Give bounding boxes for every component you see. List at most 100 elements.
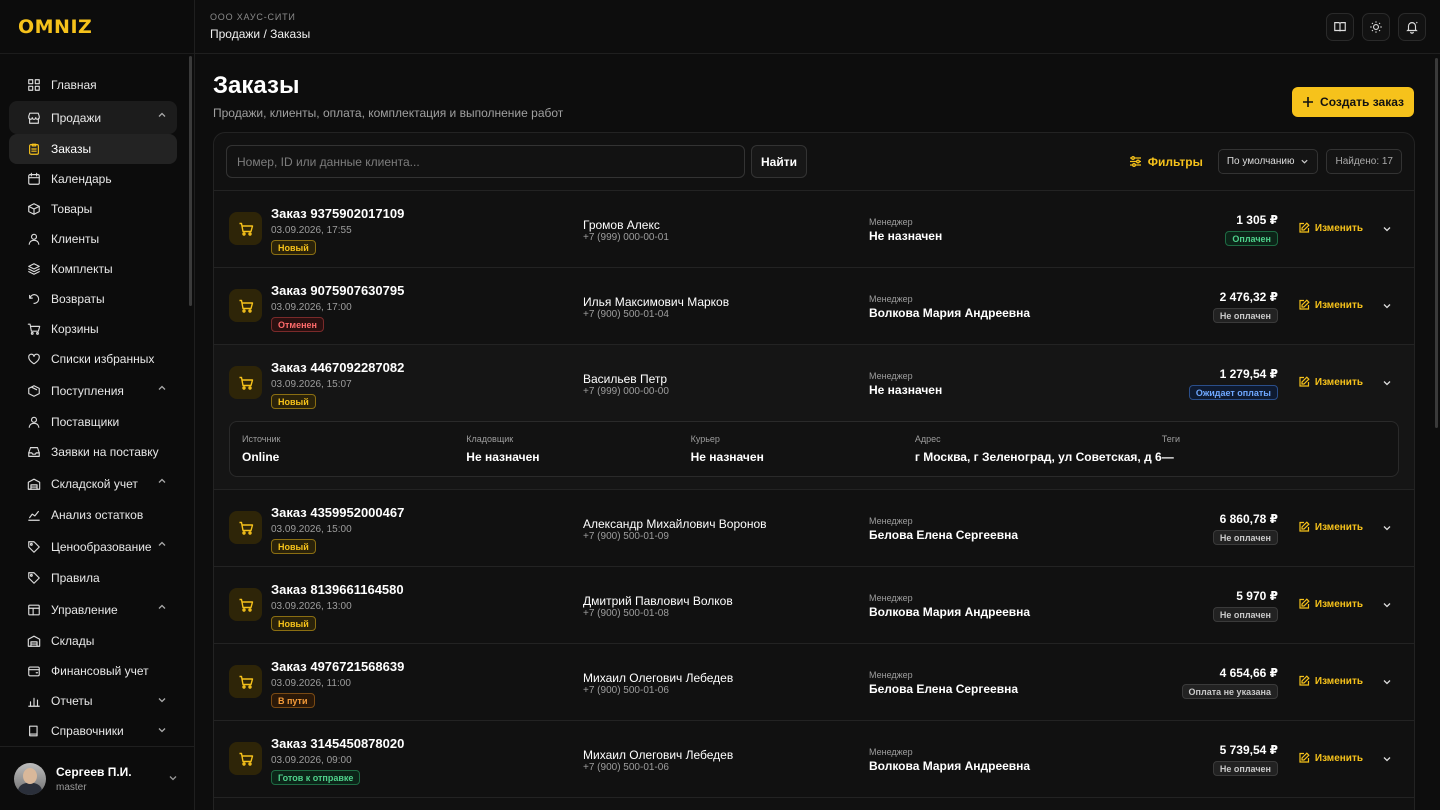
order-row[interactable]: Заказ 8139661164580 03.09.2026, 13:00 Новы… [214,567,1414,644]
sidebar-item-19[interactable]: Финансовый учет [9,656,177,686]
sidebar-item-8[interactable]: Корзины [9,314,177,344]
topbar: ООО ХАУС-СИТИ Продажи / Заказы [195,0,1440,54]
search-input[interactable] [226,145,745,178]
sidebar-item-9[interactable]: Списки избранных [9,344,177,374]
detail-value: Online [242,450,280,464]
order-number[interactable]: Заказ 3145450878020 [271,736,404,751]
sidebar-item-11[interactable]: Поставщики [9,407,177,437]
sidebar-item-label: Корзины [51,322,99,336]
manager-label: Менеджер [869,516,913,526]
sidebar-item-4[interactable]: Товары [9,194,177,224]
bell-icon [1406,21,1418,34]
order-number[interactable]: Заказ 4976721568639 [271,659,404,674]
sidebar-item-15[interactable]: Ценообразование [9,530,177,563]
sidebar: OMNIZ Главная Продажи Заказы Календарь Товар… [0,0,195,810]
status-badge: Готов к отправке [271,770,361,785]
detail-field: Адрес г Москва, г Зеленоград, ул Советска… [915,434,1162,476]
detail-field: Курьер Не назначен [691,434,915,476]
order-number[interactable]: Заказ 4467092287082 [271,360,404,375]
logo[interactable]: OMNIZ [0,0,194,54]
order-row[interactable]: Заказ 9375902017109 03.09.2026, 17:55 Новы… [214,191,1414,268]
payment-badge: Оплачен [1225,231,1278,246]
order-details: Источник Online Кладовщик Не назначен Курьер… [229,421,1399,477]
sort-select[interactable]: По умолчанию [1217,149,1319,174]
sidebar-item-13[interactable]: Складской учет [9,467,177,500]
detail-value: Не назначен [690,450,764,464]
chevron-down-icon[interactable] [1382,301,1392,311]
sidebar-scrollbar[interactable] [189,56,192,306]
filters-button[interactable]: Фильтры [1129,155,1203,169]
order-number[interactable]: Заказ 8139661164580 [271,582,404,597]
sidebar-item-1[interactable]: Продажи [9,101,177,134]
payment-badge: Не оплачен [1212,761,1278,776]
sidebar-item-10[interactable]: Поступления [9,374,177,407]
order-row[interactable]: Заказ 4976721568639 03.09.2026, 11:00 В пу… [214,644,1414,721]
chevron-up-icon [158,385,166,390]
tag-icon [27,540,41,554]
sidebar-item-17[interactable]: Управление [9,593,177,626]
edit-button[interactable]: Изменить [1298,376,1363,388]
edit-button[interactable]: Изменить [1298,675,1363,687]
sort-label: По умолчанию [1226,156,1295,167]
edit-button[interactable]: Изменить [1298,521,1363,533]
order-row[interactable]: Заказ 9075907630795 03.09.2026, 17:00 Отме… [214,268,1414,345]
chevron-down-icon[interactable] [1382,378,1392,388]
sidebar-item-label: Календарь [51,172,112,186]
edit-button[interactable]: Изменить [1298,222,1363,234]
payment-badge: Не оплачен [1212,308,1278,323]
docs-button[interactable] [1326,12,1354,41]
store-icon [27,111,41,125]
client-phone: +7 (900) 500-01-06 [583,685,669,696]
orders-panel: Найти Фильтры По умолчанию Найдено: 17 З… [213,132,1415,810]
edit-button[interactable]: Изменить [1298,299,1363,311]
orders-toolbar: Найти Фильтры По умолчанию Найдено: 17 [214,133,1414,191]
chevron-down-icon[interactable] [1382,224,1392,234]
notifications-button[interactable] [1398,12,1426,41]
book-icon [27,724,41,738]
sidebar-item-label: Поступления [51,383,124,398]
sidebar-item-14[interactable]: Анализ остатков [9,500,177,530]
client-name: Михаил Олегович Лебедев [583,748,734,762]
detail-value: Не назначен [466,450,540,464]
order-sum: 4 654,66 ₽ [1219,666,1278,680]
sidebar-item-label: Справочники [51,724,124,738]
sidebar-item-16[interactable]: Правила [9,563,177,593]
manager-label: Менеджер [869,217,913,227]
detail-value: г Москва, г Зеленоград, ул Советская, д … [914,450,1162,464]
sidebar-item-6[interactable]: Комплекты [9,254,177,284]
sidebar-item-0[interactable]: Главная [9,68,177,101]
sidebar-item-18[interactable]: Склады [9,626,177,656]
sidebar-item-5[interactable]: Клиенты [9,224,177,254]
order-number[interactable]: Заказ 9375902017109 [271,206,404,221]
sidebar-item-12[interactable]: Заявки на поставку [9,437,177,467]
chevron-down-icon[interactable] [1382,600,1392,610]
main-scrollbar[interactable] [1435,58,1438,428]
order-row[interactable]: Заказ 3145450878020 03.09.2026, 09:00 Гото… [214,721,1414,798]
sidebar-item-21[interactable]: Справочники [9,716,177,746]
order-row[interactable]: Заказ 4359952000467 03.09.2026, 15:00 Новы… [214,490,1414,567]
order-row[interactable]: Заказ 4467092287082 03.09.2026, 15:07 Новы… [214,345,1414,490]
package-icon [27,384,41,398]
edit-button[interactable]: Изменить [1298,752,1363,764]
create-order-button[interactable]: Создать заказ [1292,87,1414,117]
bar-chart-icon [27,694,41,708]
cart-icon [229,588,262,621]
sidebar-item-7[interactable]: Возвраты [9,284,177,314]
chevron-down-icon[interactable] [1382,677,1392,687]
client-name: Васильев Петр [583,372,668,386]
order-number[interactable]: Заказ 9075907630795 [271,283,404,298]
sidebar-item-3[interactable]: Календарь [9,164,177,194]
user-menu[interactable]: Сергеев П.И. master [0,746,194,810]
chevron-up-icon [158,112,166,117]
edit-button[interactable]: Изменить [1298,598,1363,610]
find-button[interactable]: Найти [751,145,807,178]
chevron-down-icon[interactable] [1382,523,1392,533]
sidebar-item-20[interactable]: Отчеты [9,686,177,716]
chevron-down-icon[interactable] [1382,754,1392,764]
client-phone: +7 (999) 000-00-01 [583,232,669,243]
theme-toggle-button[interactable] [1362,12,1390,41]
order-number[interactable]: Заказ 4359952000467 [271,505,404,520]
sidebar-item-2[interactable]: Заказы [9,134,177,164]
cart-icon [229,742,262,775]
client-name: Дмитрий Павлович Волков [583,594,733,608]
